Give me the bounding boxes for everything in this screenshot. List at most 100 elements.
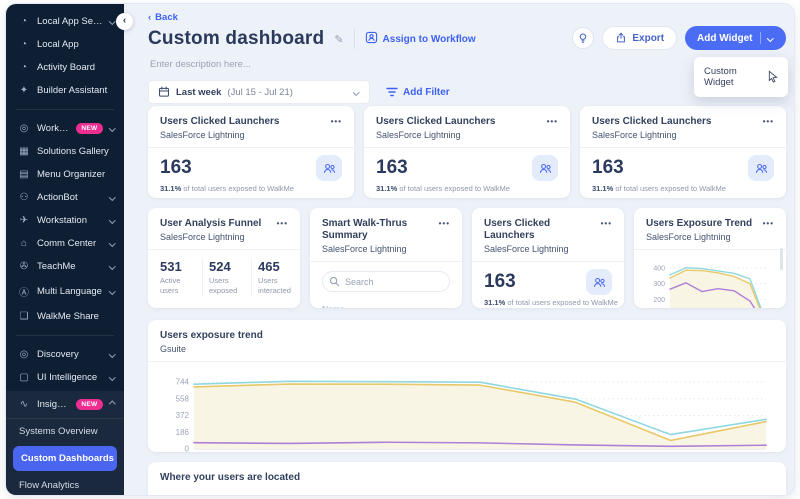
header-actions: Export Add Widget [572, 26, 786, 50]
sidebar-item-menu-organizer[interactable]: ▤ Menu Organizer [6, 163, 124, 186]
sidebar-item-multi-language[interactable]: Ⓐ Multi Language [6, 278, 124, 305]
more-menu-icon[interactable]: ••• [547, 116, 558, 126]
funnel-stats: 531 Active users 524 Users exposed 465 User… [160, 259, 291, 296]
funnel-stat: 531 Active users [160, 259, 203, 296]
chevron-down-icon [108, 240, 115, 247]
chevron-down-icon [108, 374, 115, 381]
lightbulb-icon [580, 33, 587, 43]
more-menu-icon[interactable]: ••• [439, 218, 450, 228]
svg-text:400: 400 [653, 265, 665, 272]
search-icon [329, 276, 340, 287]
add-filter-button[interactable]: Add Filter [386, 87, 450, 98]
widget-users-located: Where your users are located [148, 462, 786, 495]
sidebar-item-custom-dashboards[interactable]: Custom Dashboards [13, 446, 117, 471]
sidebar-collapse-button[interactable]: ‹ [116, 13, 133, 30]
divider [759, 32, 761, 44]
divider [634, 249, 786, 250]
more-menu-icon[interactable]: ••• [763, 218, 774, 228]
chevron-down-icon [108, 288, 115, 295]
back-label: Back [155, 12, 178, 23]
sidebar-item-workstation[interactable]: ✈ Workstation [6, 209, 124, 232]
edit-title-icon[interactable]: ✎ [334, 33, 343, 46]
sidebar-divider [16, 335, 114, 336]
more-menu-icon[interactable]: ••• [331, 116, 342, 126]
date-range-select[interactable]: Last week (Jul 15 - Jul 21) [148, 80, 370, 104]
sidebar-item-discovery[interactable]: ◎ Discovery [6, 343, 124, 366]
people-icon [323, 163, 335, 173]
scrollbar[interactable] [780, 248, 783, 270]
column-header-name: Name [322, 304, 450, 308]
bot-icon: ⚇ [19, 192, 29, 203]
gauge-icon: ◔ [20, 62, 28, 73]
chevron-down-icon [108, 217, 115, 224]
cursor-icon [768, 70, 778, 83]
search-input[interactable] [322, 271, 450, 292]
more-menu-icon[interactable]: ••• [601, 218, 612, 228]
sidebar-divider [16, 109, 114, 110]
dashboard-description-input[interactable] [148, 58, 348, 71]
sidebar-item-insights[interactable]: ∿ Insights NEW [6, 391, 124, 419]
add-widget-button[interactable]: Add Widget [685, 26, 786, 50]
filter-row: Last week (Jul 15 - Jul 21) Add Filter [148, 80, 450, 104]
chevron-down-icon [108, 18, 115, 25]
bulb-icon: ◎ [19, 123, 29, 134]
sidebar-item-builder-assistant[interactable]: ✦ Builder Assistant [6, 79, 124, 102]
divider [353, 29, 355, 49]
more-menu-icon[interactable]: ••• [763, 116, 774, 126]
share-icon: ❏ [19, 311, 29, 322]
sidebar-item-comm-center[interactable]: ⌂ Comm Center [6, 232, 124, 255]
people-icon [539, 163, 551, 173]
svg-text:200: 200 [653, 297, 665, 304]
users-badge [586, 269, 612, 295]
chevron-down-icon [108, 351, 115, 358]
search-box [322, 271, 450, 292]
sidebar-item-actionbot[interactable]: ⚇ ActionBot [6, 186, 124, 209]
sidebar-item-local-app[interactable]: ◔ Local App [6, 33, 124, 56]
rocket-icon: ✈ [19, 215, 29, 226]
back-link[interactable]: ‹ Back [148, 12, 178, 23]
app-window: ◔Local App Secure◔Local App◔Activity Boa… [6, 4, 794, 495]
users-badge [532, 155, 558, 181]
title-row: Custom dashboard ✎ Assign to Workflow [148, 26, 476, 52]
people-icon [593, 277, 605, 287]
chevron-up-icon [108, 401, 115, 408]
back-chevron-icon: ‹ [148, 12, 152, 23]
export-button[interactable]: Export [602, 26, 678, 50]
cap-icon: ✇ [19, 261, 29, 272]
wand-icon: ✦ [19, 85, 29, 96]
sidebar-item-local-app-secure[interactable]: ◔Local App Secure [6, 10, 124, 33]
widget-row-2: User Analysis Funnel SalesForce Lightning… [148, 208, 786, 308]
ui-icon: ▢ [19, 372, 29, 383]
sidebar-item-teachme[interactable]: ✇ TeachMe [6, 255, 124, 278]
svg-text:558: 558 [176, 394, 190, 403]
help-bulb-button[interactable] [572, 27, 595, 49]
sidebar-item-walkme-share[interactable]: ❏ WalkMe Share [6, 305, 124, 328]
widget-user-analysis-funnel: User Analysis Funnel SalesForce Lightning… [148, 208, 300, 308]
gauge-icon: ◔ [20, 39, 28, 50]
funnel-stat: 465 Users interacted [258, 259, 291, 295]
menu-item-custom-widget[interactable]: Custom Widget [704, 66, 766, 88]
divider [148, 147, 354, 148]
bulb-icon: ◎ [19, 349, 29, 360]
workflow-icon [365, 31, 378, 47]
divider [580, 147, 786, 148]
more-menu-icon[interactable]: ••• [277, 218, 288, 228]
users-badge [316, 155, 342, 181]
sidebar-item-ui-intelligence[interactable]: ▢ UI Intelligence [6, 366, 124, 389]
widget-users-clicked-launchers-1: Users Clicked Launchers SalesForce Lightn… [148, 106, 354, 198]
sidebar-item-solutions-gallery[interactable]: ▦ Solutions Gallery [6, 140, 124, 163]
filter-icon [386, 87, 398, 97]
chevron-down-icon [352, 88, 359, 96]
new-badge: NEW [76, 399, 103, 410]
assign-to-workflow-button[interactable]: Assign to Workflow [365, 31, 476, 47]
sidebar-item-activity-board[interactable]: ◔ Activity Board [6, 56, 124, 79]
chevron-down-icon [766, 34, 773, 42]
divider [148, 361, 786, 362]
sidebar-item-workflows[interactable]: ◎WorkflowsNEW [6, 117, 124, 140]
mini-line-chart: 400 300 200 [653, 265, 766, 308]
divider [310, 261, 462, 262]
sidebar-item-systems-overview[interactable]: Systems Overview [6, 419, 124, 444]
screenshot-stage: ◔Local App Secure◔Local App◔Activity Boa… [0, 0, 800, 499]
users-badge [748, 155, 774, 181]
sidebar-item-flow-analytics[interactable]: Flow Analytics [6, 473, 124, 495]
